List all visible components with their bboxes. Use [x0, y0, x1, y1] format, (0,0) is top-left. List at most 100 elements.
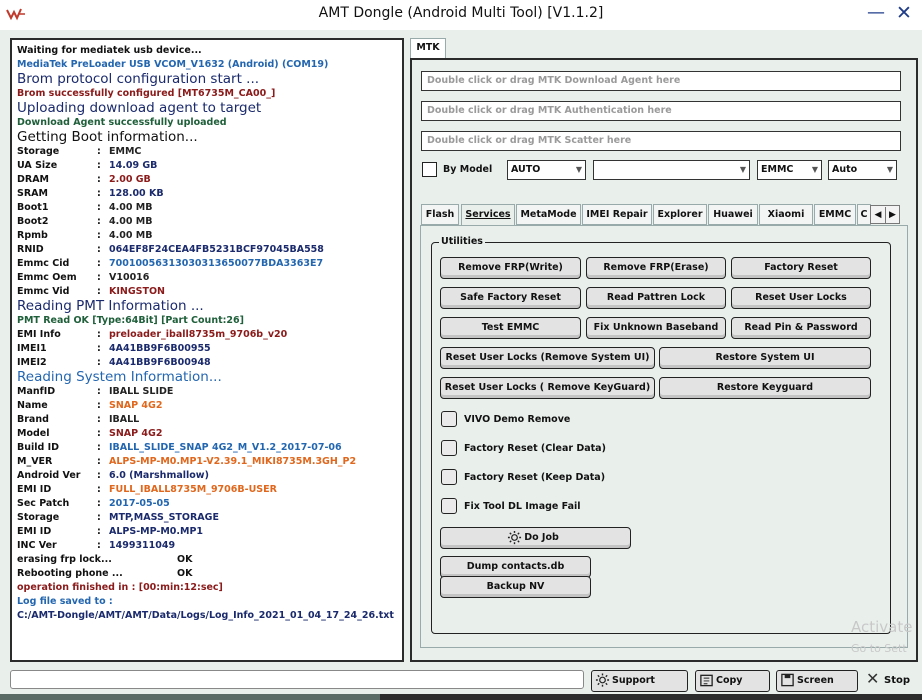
- log-kv-row: EMI ID: FULL_IBALL8735M_9706B-USER: [17, 483, 397, 497]
- factory-reset-keep-checkbox[interactable]: [441, 469, 457, 485]
- model-name-select[interactable]: ▼: [593, 160, 750, 180]
- tab-mtk[interactable]: MTK: [410, 38, 446, 58]
- chevron-down-icon: ▼: [575, 165, 582, 174]
- tab-huawei[interactable]: Huawei: [708, 204, 758, 225]
- log-value: 1499311049: [109, 540, 176, 551]
- log-value: SNAP 4G2: [109, 400, 163, 411]
- log-heading: Brom protocol configuration start ...: [17, 71, 260, 87]
- log-separator: :: [97, 258, 101, 269]
- storage-select[interactable]: EMMC ▼: [757, 160, 822, 180]
- log-separator: :: [97, 400, 101, 411]
- tab-metamode[interactable]: MetaMode: [516, 204, 581, 225]
- backup-nv-button[interactable]: Backup NV: [440, 576, 591, 598]
- log-kv-row: ManfID: IBALL SLIDE: [17, 385, 397, 399]
- log-line: MediaTek PreLoader USB VCOM_V1632 (Andro…: [17, 59, 329, 70]
- download-agent-input[interactable]: Double click or drag MTK Download Agent …: [421, 71, 901, 91]
- model-select[interactable]: AUTO ▼: [507, 160, 586, 180]
- remove-frp-write-button[interactable]: Remove FRP(Write): [440, 257, 581, 279]
- tab-scroll-control[interactable]: ◀ ▶: [870, 205, 900, 224]
- log-line: Log file saved to :: [17, 596, 113, 607]
- log-separator: :: [97, 188, 101, 199]
- tab-emmc[interactable]: EMMC: [814, 204, 856, 225]
- log-value: ALPS-MP-M0.MP1-V2.39.1_MIKI8735M.3GH_P2: [109, 456, 357, 467]
- log-kv-row: EMI ID: ALPS-MP-M0.MP1: [17, 525, 397, 539]
- vivo-demo-remove-checkbox[interactable]: [441, 411, 457, 427]
- progress-bar: [10, 670, 584, 689]
- log-value: 4.00 MB: [109, 230, 153, 241]
- log-separator: :: [97, 329, 101, 340]
- remove-frp-erase-button[interactable]: Remove FRP(Erase): [586, 257, 726, 279]
- minimize-icon[interactable]: —: [866, 1, 886, 25]
- pmt-info-list: EMI Info: preloader_iball8735m_9706b_v20 I…: [17, 328, 397, 370]
- log-value: IBALL SLIDE: [109, 386, 174, 397]
- log-file-path: C:/AMT-Dongle/AMT/AMT/Data/Logs/Log_Info…: [17, 610, 394, 621]
- log-value: EMMC: [109, 146, 142, 157]
- log-key: Emmc Oem: [17, 272, 77, 283]
- reset-user-locks-system-ui-button[interactable]: Reset User Locks (Remove System UI): [440, 347, 655, 369]
- log-separator: :: [97, 456, 101, 467]
- screen-shot-button[interactable]: Screen Shot: [776, 670, 858, 700]
- log-kv-row: Boot1:4.00 MB: [17, 201, 397, 215]
- log-value: 14.09 GB: [109, 160, 158, 171]
- stop-button[interactable]: ✕ Stop: [864, 670, 918, 692]
- log-value: IBALL_SLIDE_SNAP 4G2_M_V1.2_2017-07-06: [109, 442, 342, 453]
- log-status-line: Rebooting phone ... OK: [17, 568, 193, 579]
- read-pattern-lock-button[interactable]: Read Pattren Lock: [586, 287, 726, 309]
- mode-select[interactable]: Auto ▼: [828, 160, 897, 180]
- log-value: preloader_iball8735m_9706b_v20: [109, 329, 288, 340]
- log-separator: :: [97, 146, 101, 157]
- by-model-checkbox[interactable]: [422, 162, 437, 177]
- tab-more[interactable]: C: [857, 204, 871, 225]
- chevron-left-icon[interactable]: ◀: [871, 207, 885, 223]
- tab-flash[interactable]: Flash: [421, 204, 459, 225]
- log-line: operation finished in : [00:min:12:sec]: [17, 582, 223, 593]
- log-key: EMI ID: [17, 526, 52, 537]
- fix-unknown-baseband-button[interactable]: Fix Unknown Baseband: [586, 317, 726, 339]
- log-separator: :: [97, 174, 101, 185]
- support-forum-button[interactable]: Support Fourm: [591, 670, 688, 700]
- dump-contacts-button[interactable]: Dump contacts.db: [440, 556, 591, 578]
- log-key: Boot1: [17, 202, 49, 213]
- log-line: Download Agent successfully uploaded: [17, 117, 227, 128]
- restore-keyguard-button[interactable]: Restore Keyguard: [659, 377, 871, 399]
- fix-tool-dl-checkbox[interactable]: [441, 498, 457, 514]
- log-heading: Uploading download agent to target: [17, 100, 262, 116]
- test-emmc-button[interactable]: Test EMMC: [440, 317, 581, 339]
- chevron-right-icon[interactable]: ▶: [885, 207, 899, 223]
- restore-system-ui-button[interactable]: Restore System UI: [659, 347, 871, 369]
- reset-user-locks-keyguard-button[interactable]: Reset User Locks ( Remove KeyGuard): [440, 377, 655, 399]
- log-separator: :: [97, 230, 101, 241]
- log-heading: Getting Boot information...: [17, 129, 198, 145]
- tab-services[interactable]: Services: [461, 204, 515, 226]
- log-key: Emmc Cid: [17, 258, 70, 269]
- tab-xiaomi[interactable]: Xiaomi: [759, 204, 813, 225]
- log-key: EMI ID: [17, 484, 52, 495]
- log-separator: :: [97, 428, 101, 439]
- copy-logs-button[interactable]: Copy Logs: [695, 670, 770, 700]
- log-kv-row: Android Ver:6.0 (Marshmallow): [17, 469, 397, 483]
- do-job-button[interactable]: Do Job: [440, 527, 631, 549]
- log-kv-row: IMEI1:4A41BB9F6B00955: [17, 342, 397, 356]
- close-icon[interactable]: ✕: [892, 1, 916, 25]
- window-title: AMT Dongle (Android Multi Tool) [V1.1.2]: [318, 5, 604, 21]
- reset-user-locks-button[interactable]: Reset User Locks: [731, 287, 871, 309]
- read-pin-password-button[interactable]: Read Pin & Password: [731, 317, 871, 339]
- factory-reset-button[interactable]: Factory Reset: [731, 257, 871, 279]
- log-value: 2.00 GB: [109, 174, 151, 185]
- log-value: 128.00 KB: [109, 188, 164, 199]
- log-key: RNID: [17, 244, 44, 255]
- log-kv-row: DRAM:2.00 GB: [17, 173, 397, 187]
- log-separator: :: [97, 526, 101, 537]
- tab-imei-repair[interactable]: IMEI Repair: [582, 204, 652, 225]
- log-value: 70010056313030313650077BDA3363E7: [109, 258, 324, 269]
- safe-factory-reset-button[interactable]: Safe Factory Reset: [440, 287, 581, 309]
- log-separator: :: [97, 216, 101, 227]
- authentication-input[interactable]: Double click or drag MTK Authentication …: [421, 101, 901, 121]
- factory-reset-clear-checkbox[interactable]: [441, 440, 457, 456]
- log-value: V10016: [109, 272, 150, 283]
- log-key: UA Size: [17, 160, 58, 171]
- log-line: Waiting for mediatek usb device...: [17, 45, 202, 56]
- log-separator: :: [97, 343, 101, 354]
- tab-explorer[interactable]: Explorer: [653, 204, 707, 225]
- scatter-input[interactable]: Double click or drag MTK Scatter here: [421, 131, 901, 151]
